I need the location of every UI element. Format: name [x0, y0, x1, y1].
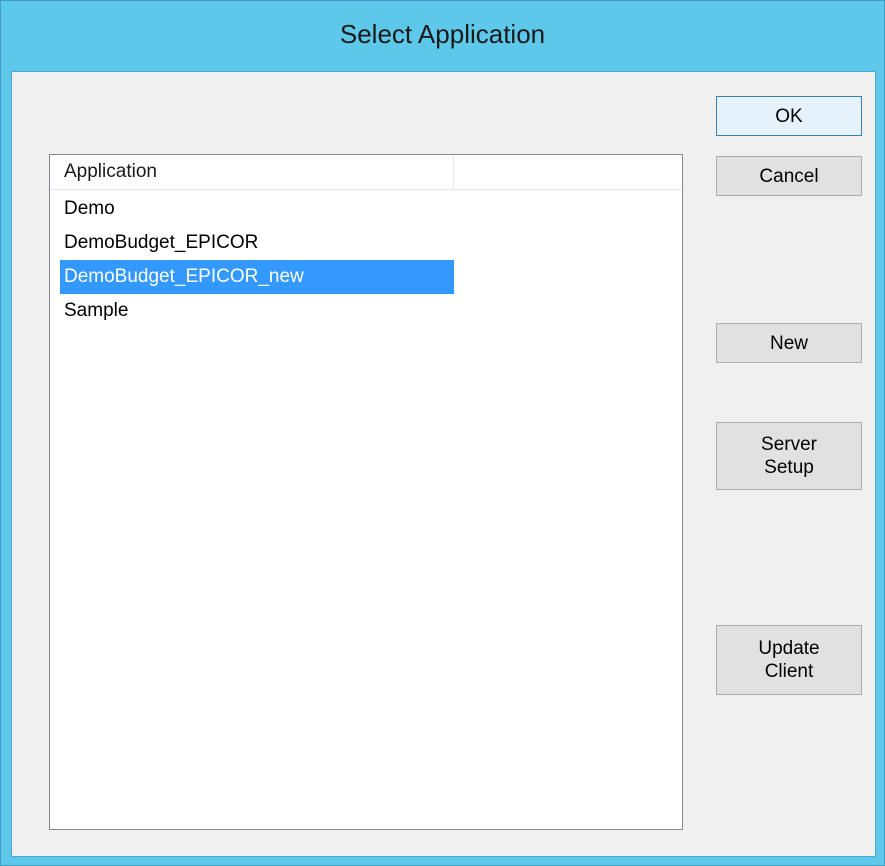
server-setup-label-line2: Setup	[764, 457, 814, 478]
dialog-client-area: Application Demo DemoBudget_EPICOR DemoB…	[11, 71, 876, 857]
server-setup-button[interactable]: Server Setup	[716, 422, 862, 490]
application-list[interactable]: Application Demo DemoBudget_EPICOR DemoB…	[49, 154, 683, 830]
ok-button[interactable]: OK	[716, 96, 862, 136]
ok-button-label: OK	[775, 105, 803, 127]
cancel-button[interactable]: Cancel	[716, 156, 862, 196]
list-item-selected[interactable]: DemoBudget_EPICOR_new	[60, 260, 454, 294]
list-item[interactable]: DemoBudget_EPICOR	[60, 226, 454, 260]
column-header-application[interactable]: Application	[50, 155, 454, 189]
cancel-button-label: Cancel	[759, 165, 819, 187]
list-header: Application	[50, 155, 682, 190]
list-item[interactable]: Sample	[60, 294, 454, 328]
update-client-label-line2: Client	[764, 661, 814, 682]
new-button-label: New	[769, 332, 808, 354]
list-item[interactable]: Demo	[60, 192, 454, 226]
update-client-button[interactable]: Update Client	[716, 625, 862, 695]
list-rows: Demo DemoBudget_EPICOR DemoBudget_EPICOR…	[60, 192, 454, 328]
new-button[interactable]: New	[716, 323, 862, 363]
update-client-label-line1: Update	[758, 638, 820, 659]
select-application-window: Select Application Application Demo Demo…	[0, 0, 885, 866]
title-bar[interactable]: Select Application	[1, 1, 884, 71]
window-title: Select Application	[339, 19, 546, 49]
server-setup-label-line1: Server	[761, 434, 817, 455]
